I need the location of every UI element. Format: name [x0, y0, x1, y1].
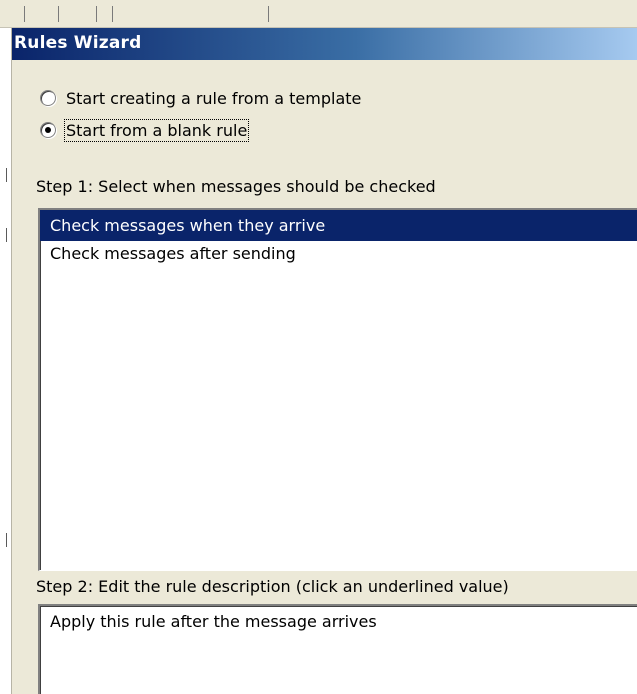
- radio-label-template: Start creating a rule from a template: [66, 88, 362, 108]
- edge-mark: [6, 168, 7, 182]
- toolbar-separator: [58, 6, 59, 22]
- step2-label: Step 2: Edit the rule description (click…: [36, 577, 509, 596]
- toolbar-separator: [268, 6, 269, 22]
- toolbar-separator: [24, 6, 25, 22]
- radio-label-blank-rule: Start from a blank rule: [63, 118, 250, 142]
- radio-option-blank-rule[interactable]: Start from a blank rule: [40, 118, 250, 142]
- list-item-when-arrive[interactable]: Check messages when they arrive: [40, 210, 637, 241]
- rules-wizard-dialog: Rules Wizard Start creating a rule from …: [12, 28, 637, 694]
- background-window-edge: [0, 28, 12, 694]
- step1-listbox[interactable]: Check messages when they arrive Check me…: [38, 208, 637, 571]
- radio-button-unchecked[interactable]: [40, 90, 56, 106]
- edge-mark: [6, 228, 7, 242]
- toolbar-separator: [96, 6, 97, 22]
- edge-mark: [6, 533, 7, 547]
- toolbar-separator: [112, 6, 113, 22]
- step1-label: Step 1: Select when messages should be c…: [36, 177, 436, 196]
- dialog-titlebar[interactable]: Rules Wizard: [12, 28, 637, 60]
- background-toolbar: [0, 0, 637, 28]
- radio-button-checked[interactable]: [40, 122, 56, 138]
- rule-description-text: Apply this rule after the message arrive…: [50, 612, 377, 631]
- radio-option-template[interactable]: Start creating a rule from a template: [40, 87, 361, 109]
- dialog-title: Rules Wizard: [14, 33, 142, 53]
- list-item-after-sending[interactable]: Check messages after sending: [40, 241, 637, 271]
- rule-description-box[interactable]: Apply this rule after the message arrive…: [38, 604, 637, 694]
